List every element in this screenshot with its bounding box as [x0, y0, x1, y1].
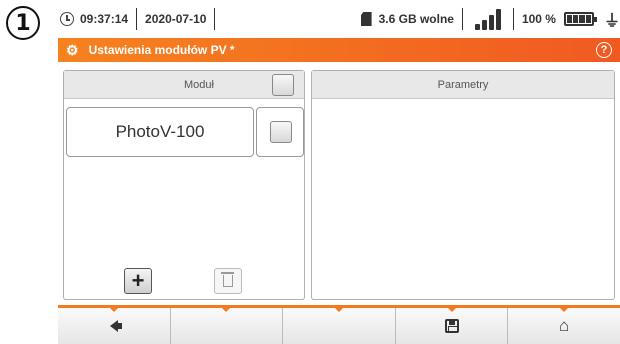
module-item[interactable]: PhotoV-100 [66, 107, 254, 157]
status-divider [136, 8, 138, 30]
delete-icon [221, 272, 234, 287]
status-time: 09:37:14 [80, 12, 129, 26]
module-column-label: Moduł [184, 78, 214, 91]
key-notch [109, 308, 118, 312]
parameters-panel: Parametry [311, 70, 615, 300]
delete-module-button[interactable] [214, 268, 242, 294]
status-divider [214, 8, 216, 30]
key-notch [222, 308, 231, 312]
bottom-bar: ⌂ [58, 305, 620, 344]
parameters-panel-header: Parametry [312, 71, 614, 99]
back-button[interactable] [58, 308, 171, 344]
softkey-3[interactable] [283, 308, 396, 344]
select-all-checkbox[interactable] [272, 74, 294, 96]
step-callout: 1 [6, 6, 40, 40]
battery-icon [563, 12, 597, 26]
status-storage: 3.6 GB wolne [378, 12, 454, 26]
home-icon: ⌂ [559, 316, 570, 335]
module-panel: Moduł PhotoV-100 + [63, 70, 305, 300]
help-icon[interactable]: ? [596, 42, 612, 58]
module-item-check-cell [256, 107, 304, 157]
module-panel-header: Moduł [64, 71, 304, 99]
status-divider [461, 8, 463, 30]
status-date: 2020-07-10 [145, 12, 207, 26]
add-icon: + [131, 268, 145, 293]
back-icon [109, 320, 122, 332]
module-item-label: PhotoV-100 [115, 122, 205, 141]
module-item-checkbox[interactable] [270, 121, 292, 143]
plug-icon: ⏚ [603, 13, 620, 30]
page-title: Ustawienia modułów PV * [88, 43, 235, 57]
sd-card-icon [360, 12, 372, 26]
home-button[interactable]: ⌂ [508, 308, 620, 344]
softkey-2[interactable] [170, 308, 284, 344]
status-divider [512, 8, 514, 30]
clock-icon [60, 12, 74, 26]
signal-icon [474, 8, 501, 30]
key-notch [560, 308, 569, 312]
save-icon [444, 319, 459, 333]
key-notch [334, 308, 343, 312]
save-button[interactable] [395, 308, 509, 344]
parameters-label: Parametry [437, 78, 489, 91]
step-number: 1 [15, 10, 31, 36]
status-battery-level: 100 % [521, 12, 556, 26]
gears-icon: ⚙ [66, 41, 79, 58]
title-bar: ⚙ Ustawienia modułów PV * ? [58, 38, 620, 62]
add-module-button[interactable]: + [124, 268, 152, 294]
key-notch [447, 308, 456, 312]
status-bar: 09:37:14 2020-07-10 3.6 GB wolne 100 % ⏚ [58, 0, 620, 38]
